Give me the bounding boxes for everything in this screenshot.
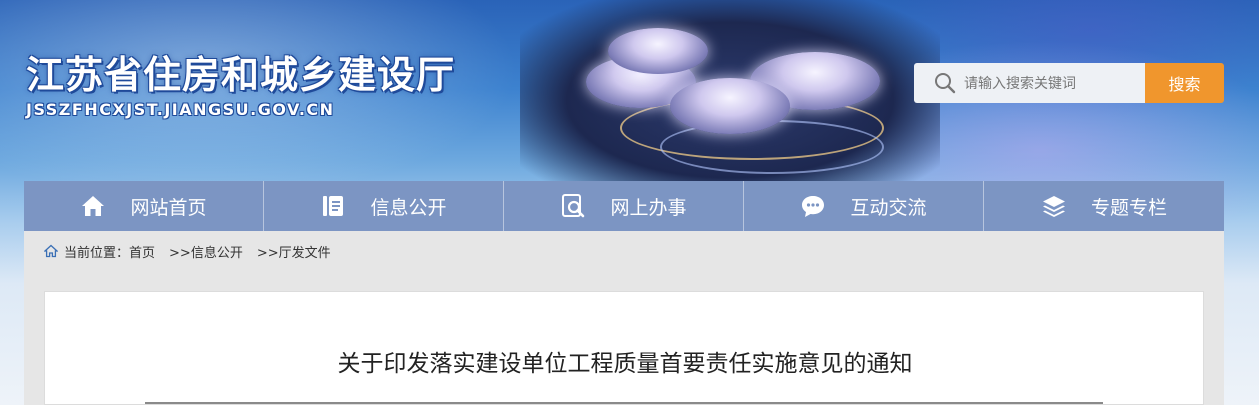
chat-icon — [800, 193, 826, 219]
site-title: 江苏省住房和城乡建设厅 — [26, 53, 456, 97]
nav-item-label: 互动交流 — [850, 196, 927, 219]
search-box — [914, 63, 1146, 105]
nav-item-info[interactable]: 信息公开 — [264, 181, 504, 231]
article-panel: 关于印发落实建设单位工程质量首要责任实施意见的通知 — [44, 291, 1204, 405]
nav-item-special-topics[interactable]: 专题专栏 — [984, 181, 1224, 231]
document-icon — [320, 193, 346, 219]
site-domain: JSSZFHCXJST.JIANGSU.GOV.CN — [26, 100, 335, 119]
search-button[interactable]: 搜索 — [1145, 63, 1224, 103]
nav-item-label: 网上办事 — [610, 196, 687, 219]
title-divider — [145, 402, 1103, 404]
nav-item-interaction[interactable]: 互动交流 — [744, 181, 984, 231]
main-nav: 网站首页 信息公开 网上办事 互动交流 专题专栏 — [24, 181, 1224, 231]
nav-item-online-service[interactable]: 网上办事 — [504, 181, 744, 231]
breadcrumb-link-info[interactable]: >>信息公开 — [169, 242, 243, 261]
search-icon — [934, 72, 956, 94]
breadcrumb-link-home[interactable]: 首页 — [129, 242, 155, 261]
article-title: 关于印发落实建设单位工程质量首要责任实施意见的通知 — [337, 351, 913, 377]
nav-item-label: 网站首页 — [130, 196, 207, 219]
breadcrumb: 当前位置： 首页 >>信息公开 >>厅发文件 — [24, 231, 1224, 271]
breadcrumb-link-documents[interactable]: >>厅发文件 — [257, 242, 331, 261]
search-document-icon — [560, 193, 586, 219]
layers-icon — [1041, 193, 1067, 219]
breadcrumb-prefix: 当前位置： — [64, 245, 130, 261]
search-input[interactable] — [962, 63, 1146, 105]
home-icon — [80, 193, 106, 219]
home-icon — [44, 244, 58, 258]
nav-item-home[interactable]: 网站首页 — [24, 181, 264, 231]
nav-item-label: 信息公开 — [370, 196, 447, 219]
stadium-illustration — [520, 0, 940, 182]
nav-item-label: 专题专栏 — [1090, 196, 1167, 219]
